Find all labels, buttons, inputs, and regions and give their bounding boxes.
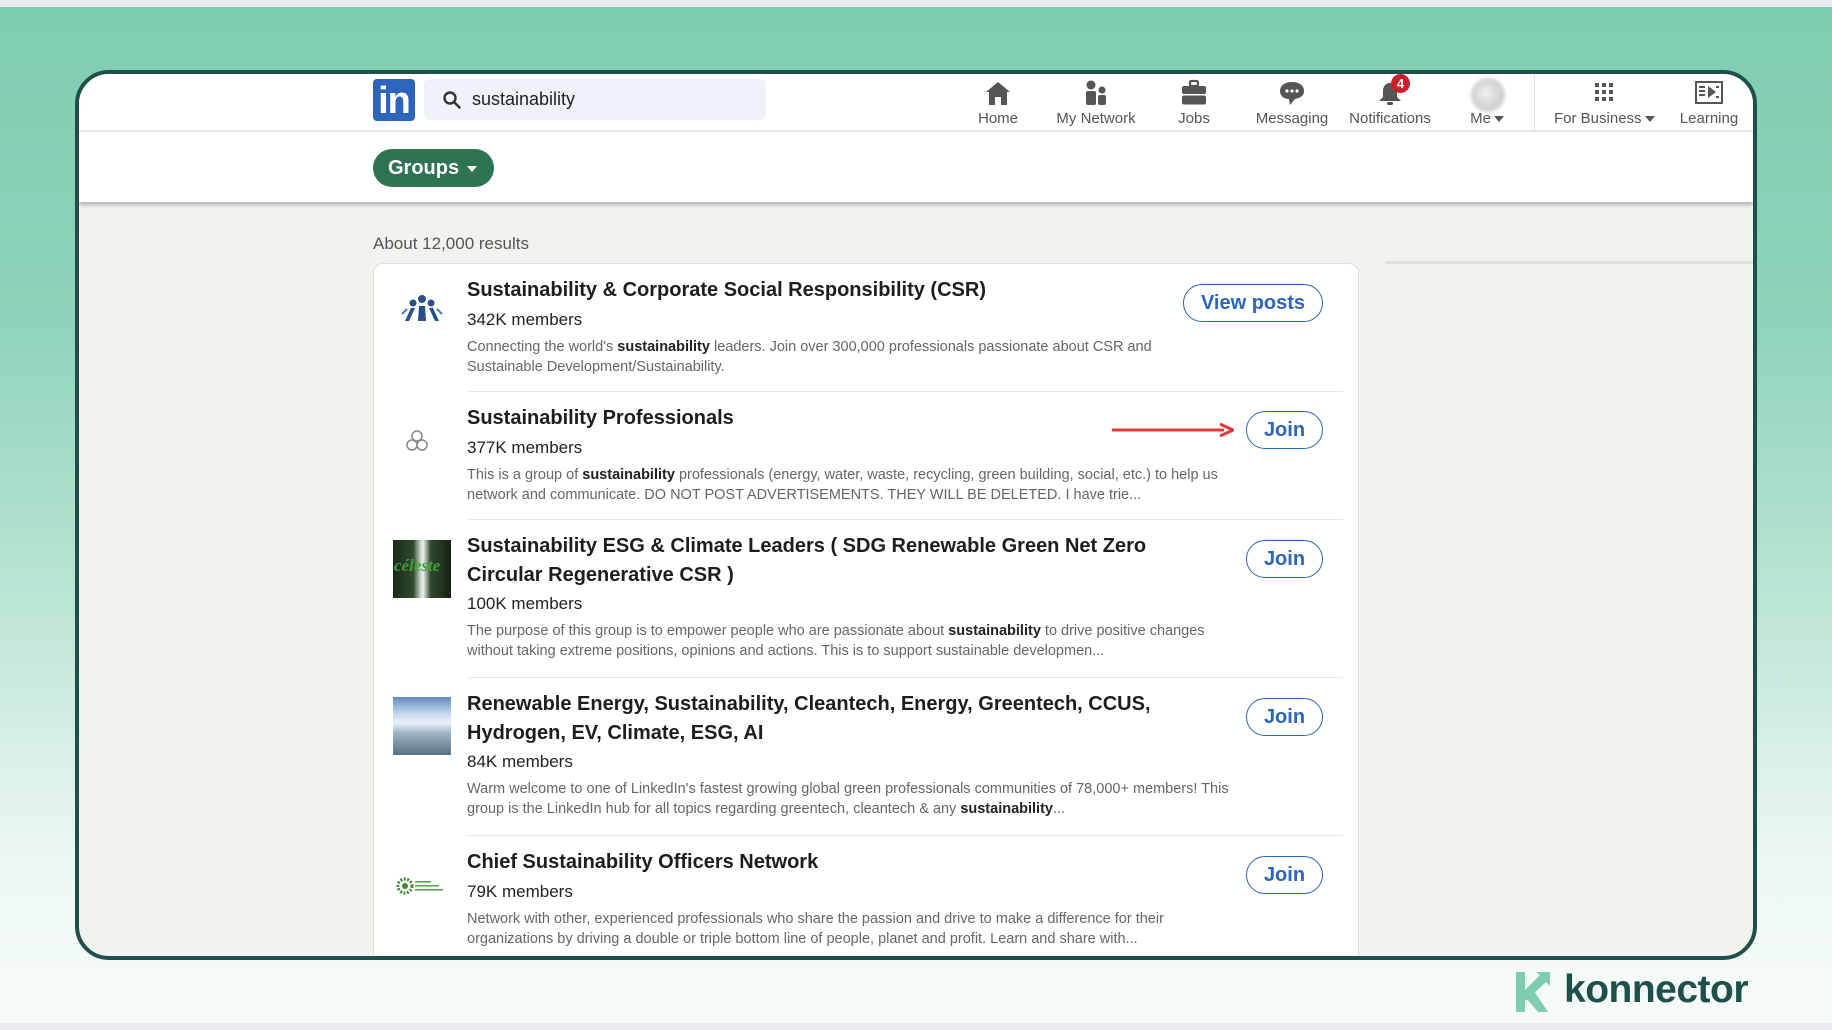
group-logo-text: céleste: [394, 556, 441, 575]
filter-bar: Groups: [79, 132, 1753, 202]
nav-jobs[interactable]: Jobs: [1144, 76, 1244, 130]
nav-home[interactable]: Home: [948, 76, 1048, 130]
group-logo-csr: [393, 281, 451, 339]
group-description: Connecting the world's sustainability le…: [467, 337, 1157, 377]
search-box[interactable]: [424, 79, 766, 120]
network-icon: [1086, 80, 1106, 105]
linkedin-logo[interactable]: in: [373, 79, 415, 122]
join-button[interactable]: Join: [1246, 540, 1323, 578]
group-logo-recycle: [406, 430, 428, 451]
desc-highlight: sustainability: [582, 467, 675, 483]
group-description: The purpose of this group is to empower …: [467, 621, 1237, 661]
group-description: Warm welcome to one of LinkedIn's fastes…: [467, 779, 1237, 819]
nav-my-network[interactable]: My Network: [1046, 76, 1146, 130]
avatar-wrap: [1471, 78, 1505, 112]
group-description: Network with other, experienced professi…: [467, 909, 1237, 949]
desc-text: This is a group of: [467, 467, 583, 483]
nav-notifications[interactable]: 4 Notifications: [1340, 74, 1440, 130]
avatar: [1471, 78, 1505, 112]
desc-highlight: sustainability: [948, 623, 1041, 639]
nav-my-network-label: My Network: [1056, 110, 1136, 127]
bell-icon-wrap: 4: [1374, 74, 1410, 108]
nav-for-business-label-wrap: For Business: [1554, 110, 1655, 127]
desc-text: The purpose of this group is to empower …: [467, 623, 949, 639]
desc-text: Warm welcome to one of LinkedIn's fastes…: [467, 781, 1229, 817]
group-members: 79K members: [467, 882, 573, 901]
grid-icon: [1595, 83, 1613, 101]
nav-for-business-label: For Business: [1554, 110, 1642, 127]
list-item[interactable]: Sustainability Professionals 377K member…: [374, 392, 1358, 520]
nav-learning[interactable]: Learning: [1659, 76, 1753, 130]
nav-me[interactable]: Me: [1437, 76, 1537, 130]
home-icon: [986, 82, 1010, 105]
nav-me-label-wrap: Me: [1437, 110, 1537, 127]
browser-frame: in Home My Network: [75, 70, 1757, 960]
group-logo-celeste: céleste: [393, 540, 451, 598]
desc-text: ...: [1052, 801, 1066, 817]
group-title[interactable]: Renewable Energy, Sustainability, Cleant…: [467, 690, 1227, 748]
search-input[interactable]: [472, 79, 752, 120]
group-logo-renewable: [393, 697, 451, 755]
nav-me-label: Me: [1470, 110, 1491, 127]
group-logo-cso-network: [393, 856, 451, 914]
konnector-wordmark: konnector: [1564, 968, 1749, 1011]
group-members: 84K members: [467, 752, 573, 771]
nav-jobs-label: Jobs: [1178, 110, 1210, 127]
join-button[interactable]: Join: [1246, 856, 1323, 894]
list-item[interactable]: Sustainability & Corporate Social Respon…: [374, 264, 1358, 392]
join-button[interactable]: Join: [1246, 698, 1323, 736]
group-title[interactable]: Sustainability ESG & Climate Leaders ( S…: [467, 532, 1227, 590]
chevron-down-icon: [1493, 116, 1504, 123]
group-title[interactable]: Sustainability & Corporate Social Respon…: [467, 276, 1227, 305]
messaging-icon: [1280, 82, 1304, 105]
results-count: About 12,000 results: [373, 234, 529, 253]
learning-icon: [1695, 81, 1723, 104]
view-posts-button[interactable]: View posts: [1183, 284, 1323, 322]
briefcase-icon: [1182, 79, 1206, 105]
list-item[interactable]: Renewable Energy, Sustainability, Cleant…: [374, 678, 1358, 836]
group-members: 100K members: [467, 594, 583, 613]
list-item[interactable]: Chief Sustainability Officers Network 79…: [374, 836, 1358, 956]
results-card: Sustainability & Corporate Social Respon…: [373, 263, 1359, 956]
join-button[interactable]: Join: [1246, 411, 1323, 449]
group-members: 342K members: [467, 310, 583, 329]
nav-divider: [1534, 74, 1535, 132]
desc-text: Connecting the world's: [467, 339, 618, 355]
nav-learning-label: Learning: [1679, 110, 1739, 127]
chevron-down-icon: [1644, 116, 1655, 123]
group-title[interactable]: Chief Sustainability Officers Network: [467, 848, 1227, 877]
nav-home-label: Home: [977, 110, 1018, 127]
nav-messaging[interactable]: Messaging: [1242, 76, 1342, 130]
desc-highlight: sustainability: [960, 801, 1053, 817]
nav-messaging-label: Messaging: [1255, 110, 1329, 127]
konnector-k-icon: [1516, 972, 1550, 1012]
groups-filter-label: Groups: [388, 157, 460, 179]
chevron-down-icon: [467, 165, 478, 172]
nav-notifications-label: Notifications: [1349, 110, 1431, 127]
group-description: This is a group of sustainability profes…: [467, 465, 1237, 505]
notification-badge: 4: [1391, 74, 1410, 93]
list-item[interactable]: céleste Sustainability ESG & Climate Lea…: [374, 520, 1358, 678]
search-icon: [443, 91, 461, 109]
top-nav: in Home My Network: [79, 74, 1753, 132]
desc-text: Network with other, experienced professi…: [467, 911, 1164, 947]
desc-highlight: sustainability: [617, 339, 710, 355]
nav-for-business[interactable]: For Business: [1554, 76, 1655, 130]
groups-filter-button[interactable]: Groups: [373, 149, 494, 187]
group-members: 377K members: [467, 438, 583, 457]
annotation-arrow: [1112, 423, 1234, 437]
sidebar-divider: [1385, 261, 1753, 264]
